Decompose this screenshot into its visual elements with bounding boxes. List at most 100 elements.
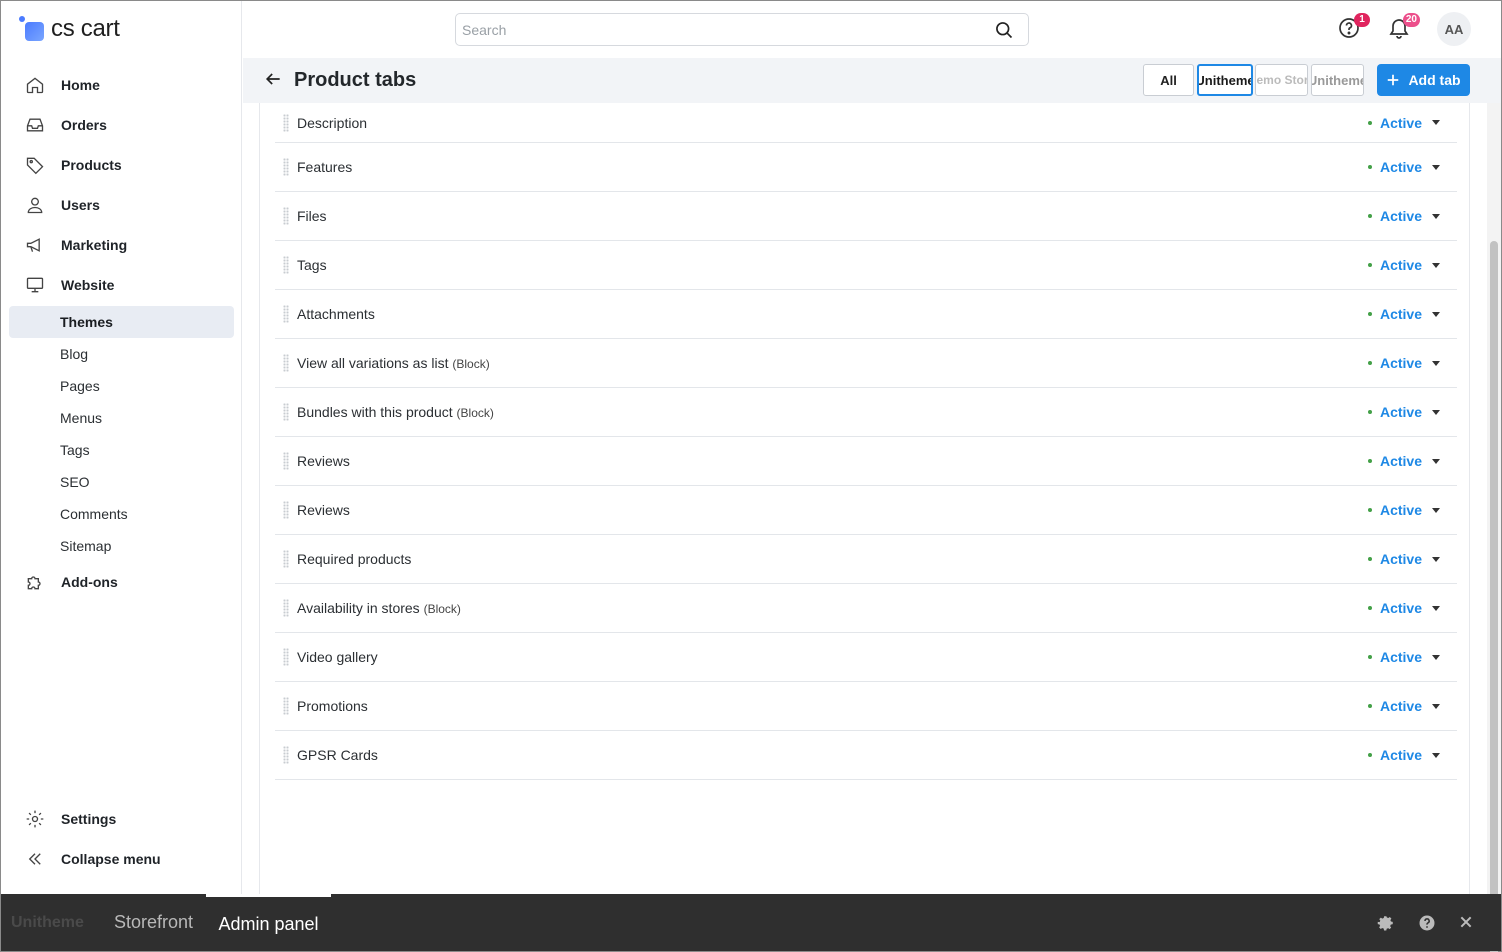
tab-name[interactable]: Reviews — [297, 453, 350, 469]
sidebar-item-website[interactable]: Website — [1, 265, 242, 305]
status-dropdown[interactable]: Active — [1367, 208, 1440, 224]
drag-handle-icon[interactable] — [283, 746, 289, 764]
status-dropdown[interactable]: Active — [1367, 698, 1440, 714]
drag-handle-icon[interactable] — [283, 550, 289, 568]
scrollbar-track[interactable] — [1487, 103, 1501, 952]
close-icon[interactable] — [1458, 914, 1476, 932]
drag-handle-icon[interactable] — [283, 256, 289, 274]
sidebar-subitem-menus[interactable]: Menus — [9, 402, 234, 434]
sidebar-subitem-pages[interactable]: Pages — [9, 370, 234, 402]
status-dot-icon — [1367, 410, 1372, 414]
search-icon[interactable] — [994, 20, 1014, 43]
tab-name[interactable]: Reviews — [297, 502, 350, 518]
tab-name[interactable]: Availability in stores (Block) — [297, 600, 461, 616]
table-row[interactable]: Features Active — [275, 143, 1457, 192]
tab-name-text: Features — [297, 159, 353, 175]
sidebar-subitem-sitemap[interactable]: Sitemap — [9, 530, 234, 562]
drag-handle-icon[interactable] — [283, 305, 289, 323]
tab-name[interactable]: Tags — [297, 257, 327, 273]
status-dropdown[interactable]: Active — [1367, 115, 1440, 131]
table-row[interactable]: Video gallery Active — [275, 633, 1457, 682]
avatar[interactable]: AA — [1437, 12, 1471, 46]
table-row[interactable]: GPSR Cards Active — [275, 731, 1457, 780]
tab-name[interactable]: Video gallery — [297, 649, 378, 665]
drag-handle-icon[interactable] — [283, 113, 289, 132]
sidebar-subitem-themes[interactable]: Themes — [9, 306, 234, 338]
table-row[interactable]: Required products Active — [275, 535, 1457, 584]
status-dropdown[interactable]: Active — [1367, 159, 1440, 175]
status-dropdown[interactable]: Active — [1367, 355, 1440, 371]
status-dropdown[interactable]: Active — [1367, 453, 1440, 469]
sidebar-item-marketing[interactable]: Marketing — [1, 225, 242, 265]
table-row[interactable]: View all variations as list (Block) Activ… — [275, 339, 1457, 388]
scrollbar-thumb[interactable] — [1490, 241, 1498, 952]
tab-name[interactable]: Features — [297, 159, 352, 175]
filter-all[interactable]: All — [1143, 64, 1194, 96]
tab-name[interactable]: Required products — [297, 551, 411, 567]
admin-panel-tab[interactable]: Admin panel — [206, 894, 331, 951]
bottom-bar: Unitheme Storefront Admin panel — [1, 894, 1501, 951]
drag-handle-icon[interactable] — [283, 207, 289, 225]
status-dropdown[interactable]: Active — [1367, 502, 1440, 518]
sidebar-subitem-tags[interactable]: Tags — [9, 434, 234, 466]
search-input[interactable] — [456, 14, 976, 45]
status-label: Active — [1379, 257, 1422, 273]
help-icon[interactable] — [1418, 914, 1436, 932]
table-row[interactable]: Reviews Active — [275, 437, 1457, 486]
back-arrow-icon[interactable] — [263, 69, 285, 91]
tab-name[interactable]: View all variations as list (Block) — [297, 355, 490, 371]
sidebar-item-settings[interactable]: Settings — [1, 799, 242, 839]
status-dropdown[interactable]: Active — [1367, 649, 1440, 665]
logo[interactable]: cs cart — [19, 14, 120, 44]
status-dot-icon — [1367, 655, 1372, 659]
notifications-button[interactable]: 20 — [1387, 13, 1420, 42]
tab-name[interactable]: Bundles with this product (Block) — [297, 404, 494, 420]
table-row[interactable]: Files Active — [275, 192, 1457, 241]
drag-handle-icon[interactable] — [283, 501, 289, 519]
sidebar-subitem-blog[interactable]: Blog — [9, 338, 234, 370]
add-tab-button[interactable]: Add tab — [1377, 64, 1470, 96]
tab-name[interactable]: Promotions — [297, 698, 368, 714]
status-dropdown[interactable]: Active — [1367, 404, 1440, 420]
gear-icon[interactable] — [1377, 914, 1395, 932]
drag-handle-icon[interactable] — [283, 354, 289, 372]
status-dropdown[interactable]: Active — [1367, 306, 1440, 322]
status-dropdown[interactable]: Active — [1367, 747, 1440, 763]
tab-name-text: Files — [297, 208, 327, 224]
sidebar-subitem-comments[interactable]: Comments — [9, 498, 234, 530]
table-row[interactable]: Bundles with this product (Block) Active — [275, 388, 1457, 437]
drag-handle-icon[interactable] — [283, 599, 289, 617]
collapse-menu-button[interactable]: Collapse menu — [1, 839, 242, 879]
drag-handle-icon[interactable] — [283, 452, 289, 470]
status-dropdown[interactable]: Active — [1367, 551, 1440, 567]
help-button[interactable]: 1 — [1337, 13, 1370, 42]
table-row[interactable]: Promotions Active — [275, 682, 1457, 731]
status-label: Active — [1379, 404, 1422, 420]
sidebar-item-home[interactable]: Home — [1, 65, 242, 105]
table-row[interactable]: Availability in stores (Block) Active — [275, 584, 1457, 633]
table-row[interactable]: Tags Active — [275, 241, 1457, 290]
tab-name-text: Bundles with this product — [297, 404, 453, 420]
table-row[interactable]: Attachments Active — [275, 290, 1457, 339]
status-dropdown[interactable]: Active — [1367, 257, 1440, 273]
table-row[interactable]: Reviews Active — [275, 486, 1457, 535]
sidebar-item-addons[interactable]: Add-ons — [1, 562, 242, 602]
sidebar-item-products[interactable]: Products — [1, 145, 242, 185]
storefront-tab[interactable]: Storefront — [114, 894, 193, 951]
sidebar-subitem-seo[interactable]: SEO — [9, 466, 234, 498]
table-row[interactable]: Description Active — [275, 103, 1457, 143]
sidebar-item-users[interactable]: Users — [1, 185, 242, 225]
tab-name[interactable]: GPSR Cards — [297, 747, 378, 763]
filter-storefront-demo[interactable]: Demo Store — [1255, 64, 1308, 96]
filter-storefront-unitheme[interactable]: Unitheme — [1197, 64, 1253, 96]
drag-handle-icon[interactable] — [283, 697, 289, 715]
tab-name[interactable]: Attachments — [297, 306, 375, 322]
filter-storefront-unitheme-2[interactable]: Unitheme — [1311, 64, 1364, 96]
tab-name[interactable]: Files — [297, 208, 327, 224]
drag-handle-icon[interactable] — [283, 158, 289, 176]
tab-name[interactable]: Description — [297, 115, 367, 131]
sidebar-item-orders[interactable]: Orders — [1, 105, 242, 145]
status-dropdown[interactable]: Active — [1367, 600, 1440, 616]
drag-handle-icon[interactable] — [283, 403, 289, 421]
drag-handle-icon[interactable] — [283, 648, 289, 666]
